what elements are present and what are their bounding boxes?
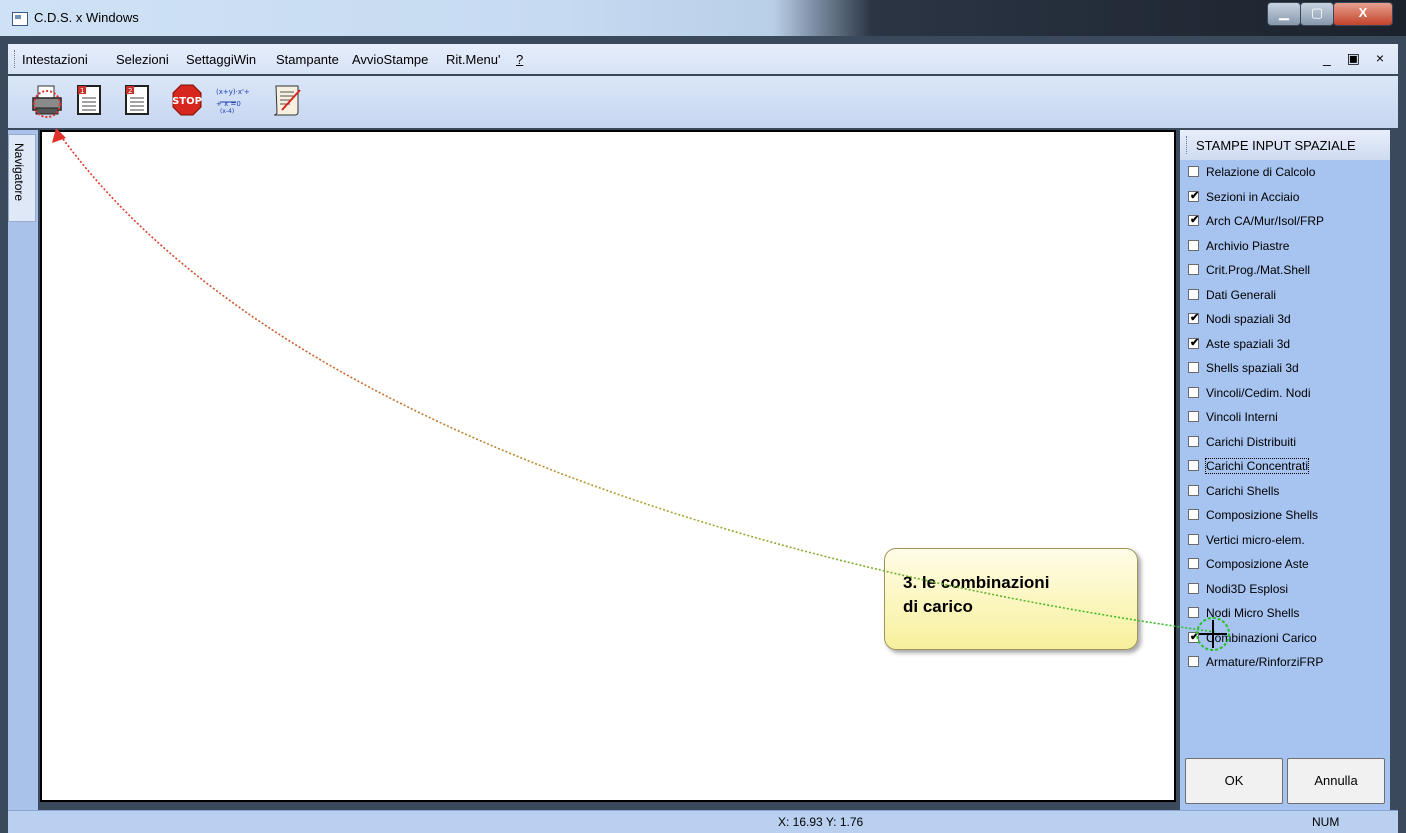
checkmark-icon: ✔ [1190, 336, 1200, 349]
print-option-checkbox[interactable] [1188, 558, 1199, 569]
print-option-label: Nodi3D Esplosi [1206, 581, 1289, 596]
ok-button[interactable]: OK [1185, 758, 1283, 804]
print-option-checkbox[interactable]: ✔ [1188, 336, 1200, 349]
print-option-label: Composizione Aste [1206, 557, 1309, 571]
print-option-label: Dati Generali [1206, 287, 1277, 302]
print-option-label: Combinazioni Carico [1206, 630, 1317, 645]
menu-bar: Intestazioni Selezioni SettaggiWin Stamp… [8, 44, 1398, 74]
menu-grip [14, 50, 17, 68]
navigator-tab[interactable]: Navigatore [8, 134, 36, 222]
document-1-icon[interactable]: 1 [72, 82, 106, 118]
app-icon[interactable] [12, 12, 28, 26]
svg-text:(x-4): (x-4) [220, 108, 234, 115]
print-option-label: Vertici micro-elem. [1206, 532, 1305, 547]
checkmark-icon: ✔ [1190, 189, 1200, 202]
svg-text:2: 2 [128, 87, 132, 95]
print-option-label: Aste spaziali 3d [1206, 336, 1291, 351]
title-bar: C.D.S. x Windows ▁ ▢ X [0, 0, 1406, 36]
print-option-label: Relazione di Calcolo [1206, 165, 1316, 179]
print-option-checkbox[interactable]: ✔ [1188, 630, 1200, 643]
toolbar: 1 2 STOP (x+y)·x'+ + x =0 (x-4) [8, 76, 1398, 128]
print-option-checkbox[interactable] [1188, 435, 1199, 447]
print-option-checkbox[interactable] [1188, 166, 1199, 177]
print-option-checkbox[interactable]: ✔ [1188, 312, 1200, 324]
formula-icon[interactable]: (x+y)·x'+ + x =0 (x-4) [214, 82, 254, 118]
print-option-label: Composizione Shells [1206, 508, 1319, 522]
document-2-icon[interactable]: 2 [120, 82, 154, 118]
drawing-canvas[interactable] [40, 130, 1176, 802]
print-option-checkbox[interactable] [1188, 386, 1199, 398]
print-option-checkbox[interactable] [1188, 607, 1199, 618]
print-option-checkbox[interactable]: ✔ [1188, 189, 1200, 202]
svg-text:1: 1 [80, 87, 84, 95]
print-option-label: Vincoli Interni [1206, 410, 1278, 424]
print-option-label: Carichi Concentrati [1204, 458, 1310, 474]
print-option-label: Archivio Piastre [1206, 238, 1290, 253]
print-option-label: Sezioni in Acciaio [1206, 189, 1300, 204]
menu-selezioni[interactable]: Selezioni [116, 52, 169, 67]
checkmark-icon: ✔ [1190, 312, 1200, 324]
print-option-checkbox[interactable] [1188, 533, 1199, 545]
print-option-checkbox[interactable] [1188, 582, 1199, 594]
left-dock [8, 130, 38, 810]
minimize-button[interactable]: ▁ [1267, 2, 1301, 26]
checkmark-icon: ✔ [1190, 214, 1200, 226]
close-button[interactable]: X [1333, 2, 1393, 26]
tutorial-callout: 3. le combinazioni di carico [884, 548, 1138, 650]
svg-text:+ x =0: + x =0 [216, 100, 241, 108]
maximize-button[interactable]: ▢ [1300, 2, 1334, 26]
print-option-checkbox[interactable] [1188, 288, 1199, 300]
mdi-window-controls[interactable]: _ ▣ × [1323, 50, 1390, 67]
menu-avviostampe[interactable]: AvvioStampe [352, 52, 428, 67]
menu-rit-menu[interactable]: Rit.Menu' [446, 52, 501, 67]
print-option-checkbox[interactable] [1188, 460, 1199, 471]
print-options-panel: STAMPE INPUT SPAZIALE Relazione di Calco… [1180, 130, 1390, 810]
print-option-checkbox[interactable] [1188, 509, 1199, 520]
panel-title: STAMPE INPUT SPAZIALE [1196, 138, 1356, 153]
print-option-label: Nodi spaziali 3d [1206, 312, 1291, 326]
print-option-checkbox[interactable] [1188, 362, 1199, 373]
print-option-checkbox[interactable] [1188, 411, 1199, 422]
ok-button-label: OK [1224, 773, 1244, 788]
print-option-checkbox[interactable] [1188, 264, 1199, 275]
print-option-label: Arch CA/Mur/Isol/FRP [1206, 214, 1325, 228]
printer-icon[interactable] [30, 82, 64, 118]
print-option-checkbox[interactable] [1188, 656, 1199, 667]
menu-intestazioni[interactable]: Intestazioni [22, 52, 88, 67]
panel-grip [1186, 136, 1188, 154]
print-option-checkbox[interactable] [1188, 239, 1199, 251]
svg-text:(x+y)·x'+: (x+y)·x'+ [216, 88, 250, 96]
cancel-button[interactable]: Annulla [1287, 758, 1385, 804]
menu-help[interactable]: ? [516, 52, 523, 67]
num-lock-indicator: NUM [1312, 815, 1340, 829]
status-bar: X: 16.93 Y: 1.76 NUM [8, 810, 1398, 833]
stop-label: STOP [172, 96, 202, 107]
print-option-label: Carichi Distribuiti [1206, 434, 1297, 449]
cursor-coordinates: X: 16.93 Y: 1.76 [778, 815, 864, 829]
panel-header: STAMPE INPUT SPAZIALE [1180, 130, 1390, 160]
scroll-edit-icon[interactable] [270, 82, 304, 118]
print-option-label: Vincoli/Cedim. Nodi [1206, 385, 1311, 400]
print-option-label: Nodi Micro Shells [1206, 606, 1300, 620]
menu-settaggiwin[interactable]: SettaggiWin [186, 52, 256, 67]
print-option-label: Armature/RinforziFRP [1206, 655, 1324, 669]
menu-stampante[interactable]: Stampante [276, 52, 339, 67]
print-option-checkbox[interactable] [1188, 484, 1199, 496]
stop-icon[interactable]: STOP [170, 82, 204, 118]
print-option-label: Carichi Shells [1206, 483, 1280, 498]
print-option-label: Shells spaziali 3d [1206, 361, 1299, 375]
navigator-label: Navigatore [12, 143, 26, 202]
cancel-button-label: Annulla [1314, 773, 1358, 788]
print-option-checkbox[interactable]: ✔ [1188, 214, 1200, 226]
window-title: C.D.S. x Windows [34, 10, 139, 25]
callout-text: 3. le combinazioni di carico [903, 573, 1050, 616]
print-option-label: Crit.Prog./Mat.Shell [1206, 263, 1311, 277]
checkmark-icon: ✔ [1190, 630, 1200, 643]
